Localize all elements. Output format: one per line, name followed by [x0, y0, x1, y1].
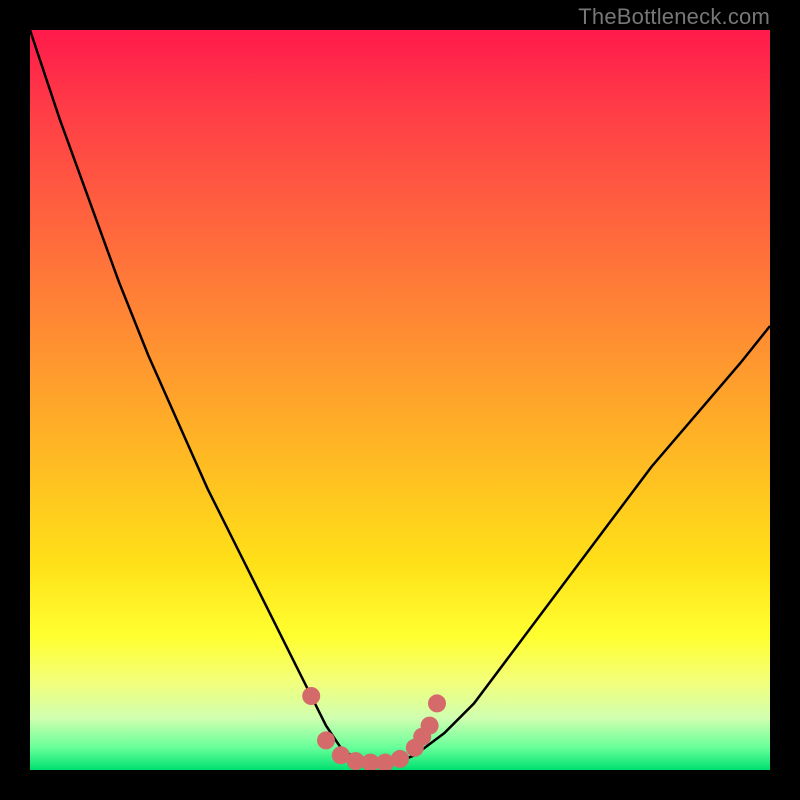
chart-marker: [317, 731, 335, 749]
chart-marker: [421, 717, 439, 735]
chart-marker: [302, 687, 320, 705]
bottleneck-curve: [30, 30, 770, 763]
chart-svg: [30, 30, 770, 770]
chart-marker: [428, 694, 446, 712]
chart-plot-area: [30, 30, 770, 770]
chart-frame: TheBottleneck.com: [0, 0, 800, 800]
chart-marker: [391, 750, 409, 768]
watermark-text: TheBottleneck.com: [578, 4, 770, 30]
chart-markers: [302, 687, 446, 770]
